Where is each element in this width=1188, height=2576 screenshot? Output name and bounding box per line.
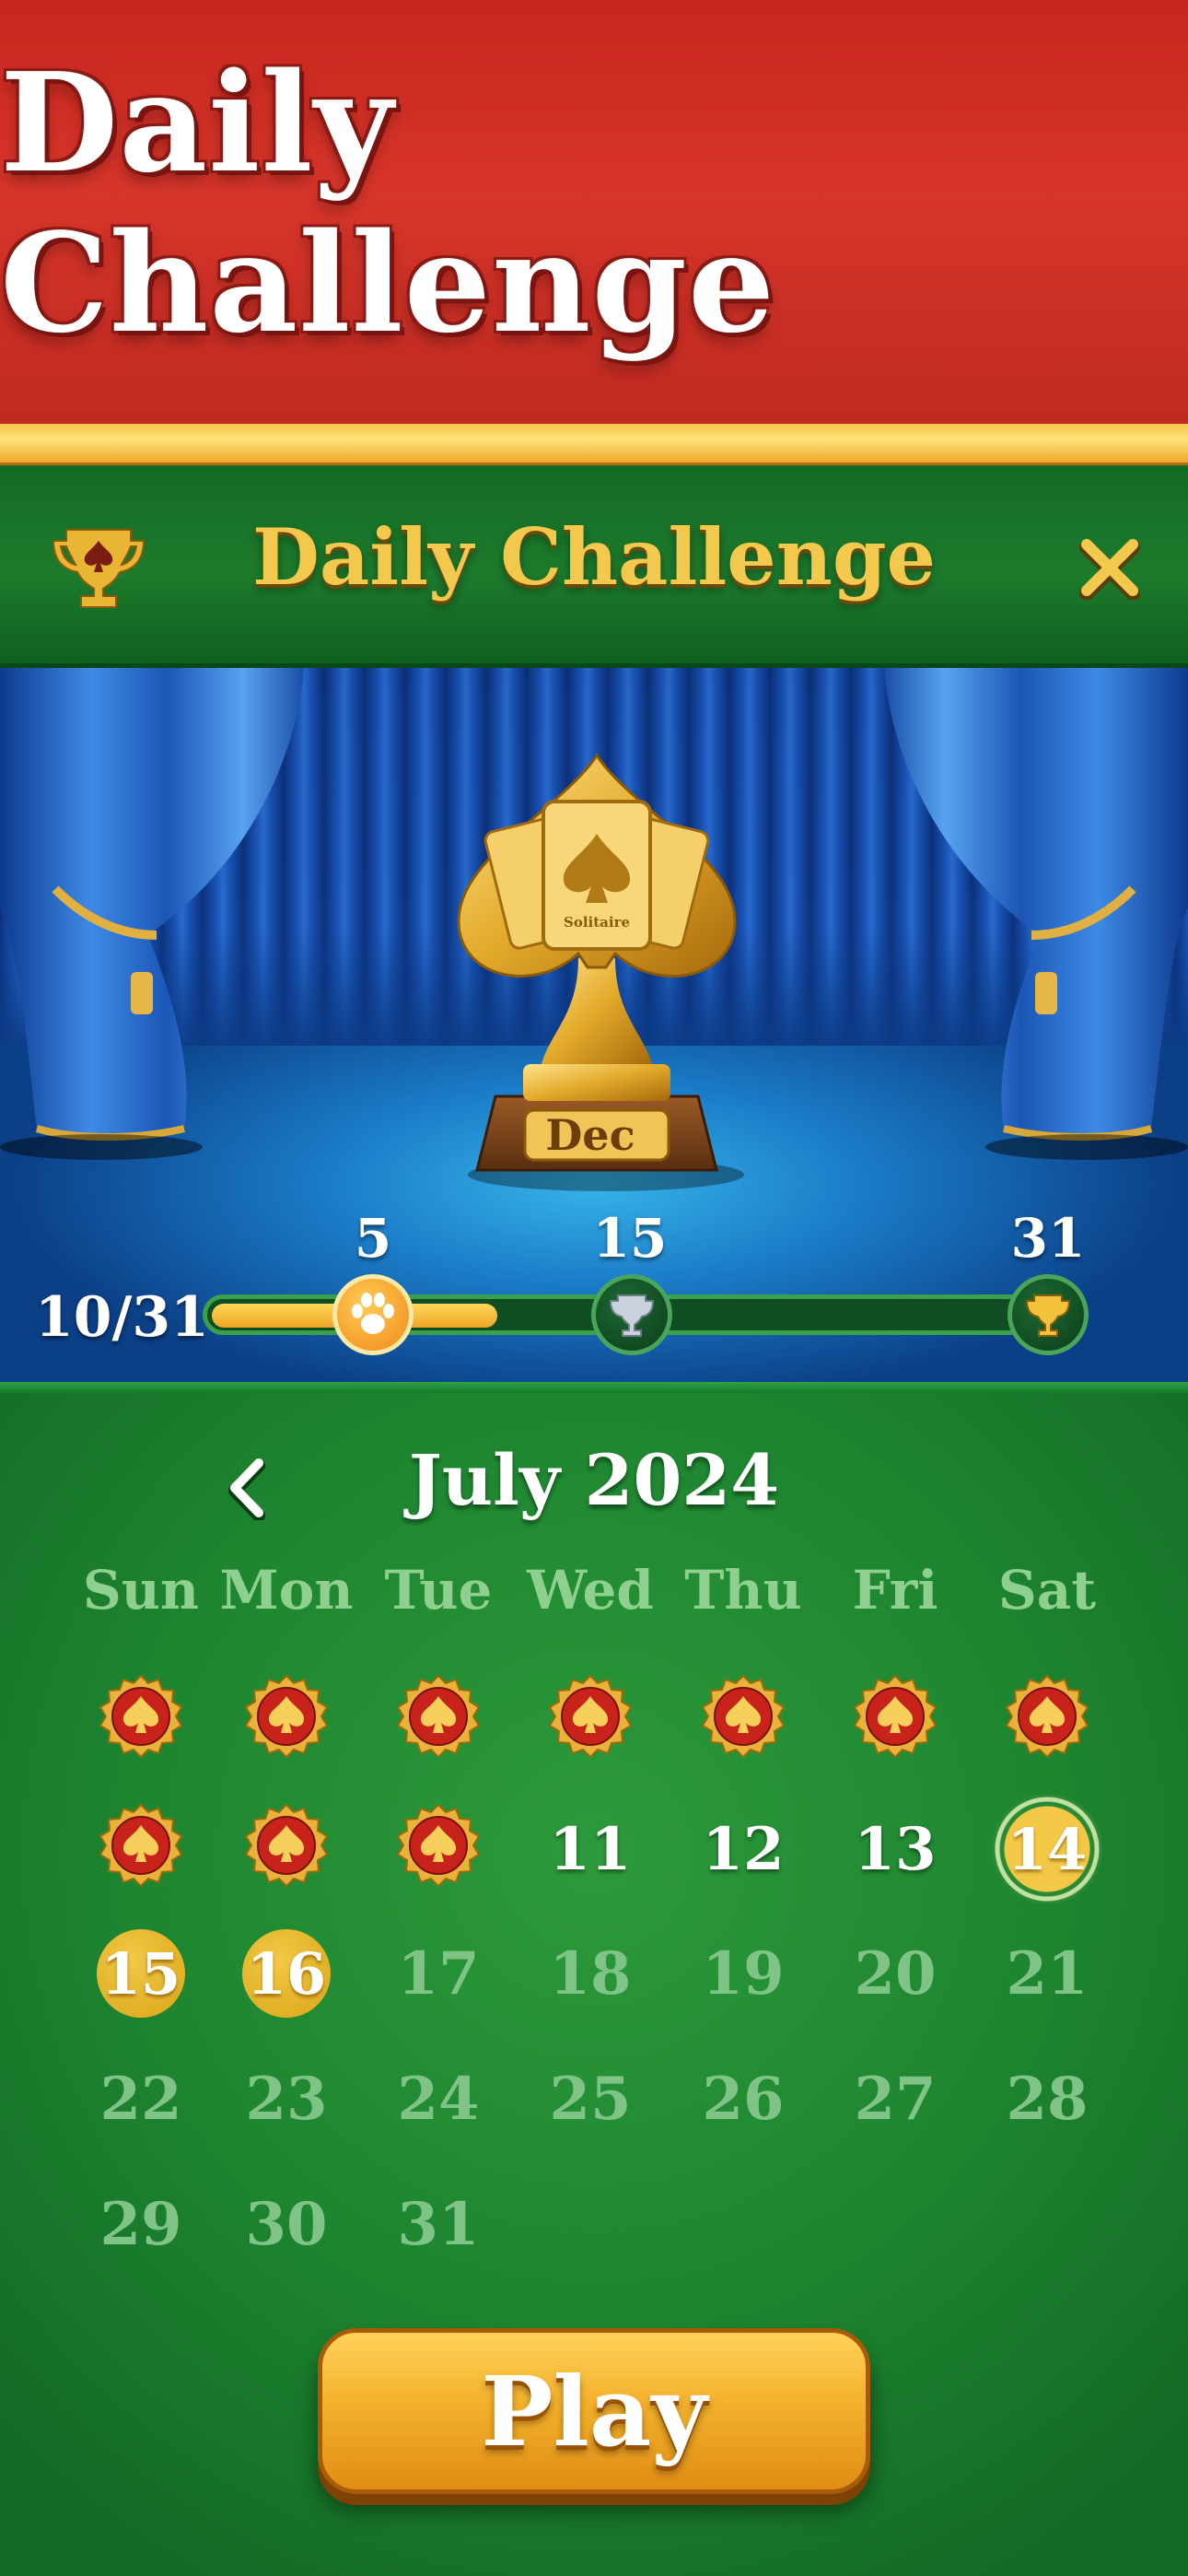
calendar-day-10[interactable] [365, 1803, 512, 1895]
weekday-sat: Sat [997, 1559, 1097, 1622]
spade-badge-icon [396, 1803, 481, 1888]
play-button-label: Play [481, 2354, 707, 2468]
left-curtain-icon [0, 668, 304, 1160]
today-marker: 14 [992, 1794, 1102, 1904]
paw-icon [352, 1293, 394, 1334]
calendar-day-5[interactable] [670, 1674, 817, 1766]
stage-divider [0, 1382, 1188, 1393]
spade-badge-icon [853, 1674, 938, 1759]
calendar-day-27: 27 [854, 2064, 937, 2134]
calendar-day-3[interactable] [365, 1674, 512, 1766]
milestone-5[interactable] [332, 1274, 413, 1355]
panel-header: Daily Challenge [0, 465, 1188, 668]
calendar-day-29: 29 [99, 2189, 182, 2259]
silver-trophy-icon [609, 1294, 655, 1337]
panel-title: Daily Challenge [251, 511, 936, 603]
calendar-day-8[interactable] [67, 1803, 215, 1895]
trophy-stage: Solitaire Dec 10/31 5 15 31 [0, 668, 1188, 1382]
calendar-day-19: 19 [702, 1938, 785, 2008]
calendar-day-26: 26 [702, 2064, 785, 2134]
milestone-label-5: 5 [354, 1207, 392, 1270]
calendar-day-24: 24 [397, 2064, 480, 2134]
calendar-day-28: 28 [1006, 2064, 1089, 2134]
calendar-day-25: 25 [549, 2064, 632, 2134]
calendar-day-9[interactable] [213, 1803, 360, 1895]
calendar-day-16[interactable]: 16 [213, 1927, 360, 2020]
calendar-day-30: 30 [245, 2189, 328, 2259]
spade-badge-icon [701, 1674, 786, 1759]
spade-badge-icon [1005, 1674, 1089, 1759]
gold-trophy-icon [1025, 1294, 1071, 1337]
calendar-day-14[interactable]: 14 [973, 1794, 1121, 1904]
calendar-day-18: 18 [549, 1938, 632, 2008]
calendar-day-11[interactable]: 11 [517, 1803, 664, 1895]
gold-day-marker: 15 [97, 1929, 185, 2018]
calendar-day-2[interactable] [213, 1674, 360, 1766]
trophy-card-text: Solitaire [564, 914, 630, 931]
spade-badge-icon [548, 1674, 633, 1759]
calendar-day-12[interactable]: 12 [670, 1803, 817, 1895]
weekday-tue: Tue [384, 1559, 493, 1622]
gold-day-marker: 16 [242, 1929, 331, 2018]
spade-badge-icon [244, 1803, 329, 1888]
milestone-31[interactable] [1007, 1274, 1089, 1355]
calendar-day-20: 20 [854, 1938, 937, 2008]
calendar-day-6[interactable] [821, 1674, 969, 1766]
spade-badge-icon [244, 1674, 329, 1759]
top-banner: Daily Challenge [0, 0, 1188, 424]
calendar-day-21: 21 [1006, 1938, 1089, 2008]
progress-count: 10/31 [35, 1285, 209, 1350]
calendar-day-15[interactable]: 15 [67, 1927, 215, 2020]
month-label: July 2024 [408, 1439, 780, 1521]
play-button[interactable]: Play [318, 2328, 870, 2494]
calendar-day-31: 31 [397, 2189, 480, 2259]
milestone-label-15: 15 [592, 1207, 668, 1270]
weekday-wed: Wed [527, 1559, 654, 1622]
close-button[interactable] [1068, 526, 1151, 609]
trophy-month-label: Dec [545, 1110, 635, 1160]
spade-badge-icon [99, 1674, 183, 1759]
calendar-day-13[interactable]: 13 [821, 1803, 969, 1895]
banner-title: Daily Challenge [0, 42, 776, 363]
spade-badge-icon [99, 1803, 183, 1888]
milestone-label-31: 31 [1010, 1207, 1086, 1270]
weekday-sun: Sun [82, 1559, 200, 1622]
weekday-thu: Thu [684, 1559, 802, 1622]
milestone-15[interactable] [591, 1274, 672, 1355]
close-icon [1079, 539, 1140, 600]
right-curtain-icon [884, 668, 1188, 1160]
calendar-day-7[interactable] [973, 1674, 1121, 1766]
calendar: July 2024 Sun Mon Tue Wed Thu Fri Sat 11 12 13 14… [0, 1393, 1188, 2576]
calendar-day-1[interactable] [67, 1674, 215, 1766]
calendar-day-17: 17 [397, 1938, 480, 2008]
weekday-fri: Fri [852, 1559, 938, 1622]
weekday-mon: Mon [219, 1559, 354, 1622]
calendar-day-23: 23 [245, 2064, 328, 2134]
spade-badge-icon [396, 1674, 481, 1759]
calendar-day-4[interactable] [517, 1674, 664, 1766]
gold-divider [0, 424, 1188, 465]
calendar-day-22: 22 [99, 2064, 182, 2134]
